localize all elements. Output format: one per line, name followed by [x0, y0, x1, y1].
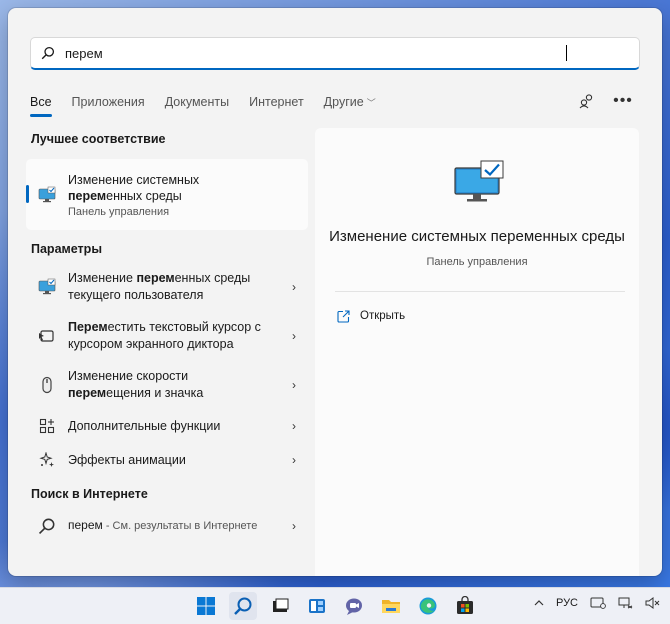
open-label: Открыть — [360, 310, 406, 322]
more-options-button[interactable]: ••• — [612, 90, 634, 112]
tab-apps[interactable]: Приложения — [72, 95, 145, 109]
label-line2: текущего пользователя — [68, 287, 204, 302]
chevron-right-icon: › — [292, 453, 296, 467]
more-dots-icon: ••• — [613, 92, 633, 109]
edge-icon[interactable] — [414, 592, 442, 620]
search-icon — [41, 46, 55, 60]
file-explorer-icon[interactable] — [377, 592, 405, 620]
store-icon[interactable] — [451, 592, 479, 620]
people-icon — [579, 94, 593, 109]
taskbar: РУС — [0, 587, 670, 624]
label-pre: Дополнительные функции — [68, 418, 221, 433]
chevron-right-icon: › — [292, 279, 296, 294]
best-match-result[interactable]: Изменение системных переменных среды Пан… — [26, 159, 308, 230]
label-pre: Эффекты анимации — [68, 452, 186, 467]
preview-pane: Изменение системных переменных среды Пан… — [315, 128, 639, 576]
label-bold: перем — [136, 270, 175, 285]
setting-result-optional-features[interactable]: Дополнительные функции › — [26, 409, 308, 443]
mouse-icon — [38, 376, 56, 394]
search-icon[interactable] — [229, 592, 257, 620]
divider — [335, 291, 625, 292]
chevron-right-icon: › — [292, 419, 296, 433]
setting-result-narrator-cursor[interactable]: Переместить текстовый курсор с курсором … — [26, 311, 308, 360]
web-search-result[interactable]: перем - См. результаты в Интернете › — [26, 509, 308, 543]
search-box[interactable]: перем — [30, 37, 640, 70]
label-pre: Изменение скорости — [68, 368, 189, 383]
monitor-icon — [38, 278, 56, 296]
task-view-icon[interactable] — [266, 592, 294, 620]
label-post: естить текстовый курсор с — [107, 319, 261, 334]
windows-start-icon[interactable] — [192, 592, 220, 620]
search-input[interactable]: перем — [65, 46, 565, 61]
label-bold: перем — [68, 385, 107, 400]
best-match-subtitle: Панель управления — [68, 205, 170, 218]
tab-documents[interactable]: Документы — [165, 95, 229, 109]
results-list: Лучшее соответствие Изменение системных … — [26, 132, 308, 543]
settings-results: Изменение переменных среды текущего поль… — [26, 262, 308, 477]
best-match-title-line1: Изменение системных — [68, 172, 200, 187]
setting-result-animation-effects[interactable]: Эффекты анимации › — [26, 443, 308, 477]
label-line2: курсором экранного диктора — [68, 336, 234, 351]
best-match-title-bold: перем — [68, 188, 107, 203]
web-query: перем — [68, 518, 103, 532]
search-panel: перем Все Приложения Документы Интернет … — [8, 8, 662, 576]
system-tray: РУС — [522, 597, 660, 609]
language-indicator[interactable]: РУС — [556, 597, 578, 609]
tab-more[interactable]: Другие ﹀ — [324, 95, 376, 109]
open-button[interactable]: Открыть — [337, 306, 405, 326]
chevron-up-icon[interactable] — [534, 598, 544, 608]
tab-web[interactable]: Интернет — [249, 95, 304, 109]
best-match-title-line2: енных среды — [106, 188, 182, 203]
preview-subtitle: Панель управления — [426, 256, 528, 268]
chat-icon[interactable] — [340, 592, 368, 620]
text-caret — [566, 45, 567, 61]
filter-tabs: Все Приложения Документы Интернет Другие… — [30, 92, 396, 117]
settings-heading: Параметры — [31, 242, 102, 256]
label-post: енных среды — [174, 270, 251, 285]
chevron-right-icon: › — [292, 519, 296, 533]
system-properties-icon — [38, 186, 56, 204]
tab-more-label: Другие — [323, 95, 364, 109]
label-pre: Изменение — [68, 270, 137, 285]
taskbar-pinned-apps — [192, 592, 488, 620]
preview-title: Изменение системных переменных среды — [329, 228, 625, 245]
animation-effects-icon — [38, 451, 56, 469]
search-icon — [38, 518, 55, 535]
network-icon[interactable] — [618, 597, 633, 609]
tab-all[interactable]: Все — [30, 95, 52, 117]
narrator-cursor-icon — [38, 327, 56, 345]
add-features-icon — [38, 417, 56, 435]
label-bold: Перем — [68, 319, 108, 334]
chevron-right-icon: › — [292, 328, 296, 343]
selection-indicator — [26, 185, 29, 203]
chevron-right-icon: › — [292, 377, 296, 392]
best-match-heading: Лучшее соответствие — [31, 132, 166, 146]
tab-tools: ••• — [562, 90, 634, 112]
web-hint: - См. результаты в Интернете — [102, 520, 258, 532]
setting-result-user-env-vars[interactable]: Изменение переменных среды текущего поль… — [26, 262, 308, 311]
system-properties-icon — [454, 160, 504, 202]
label-line2: ещения и значка — [106, 385, 204, 400]
open-external-icon — [337, 309, 350, 323]
setting-result-mouse-speed[interactable]: Изменение скорости перемещения и значка … — [26, 360, 308, 409]
chevron-down-icon: ﹀ — [366, 98, 376, 108]
widgets-icon[interactable] — [303, 592, 331, 620]
account-switch-button[interactable] — [576, 90, 598, 112]
keyboard-icon[interactable] — [590, 597, 606, 609]
web-search-heading: Поиск в Интернете — [31, 487, 148, 501]
speaker-muted-icon[interactable] — [645, 597, 660, 609]
